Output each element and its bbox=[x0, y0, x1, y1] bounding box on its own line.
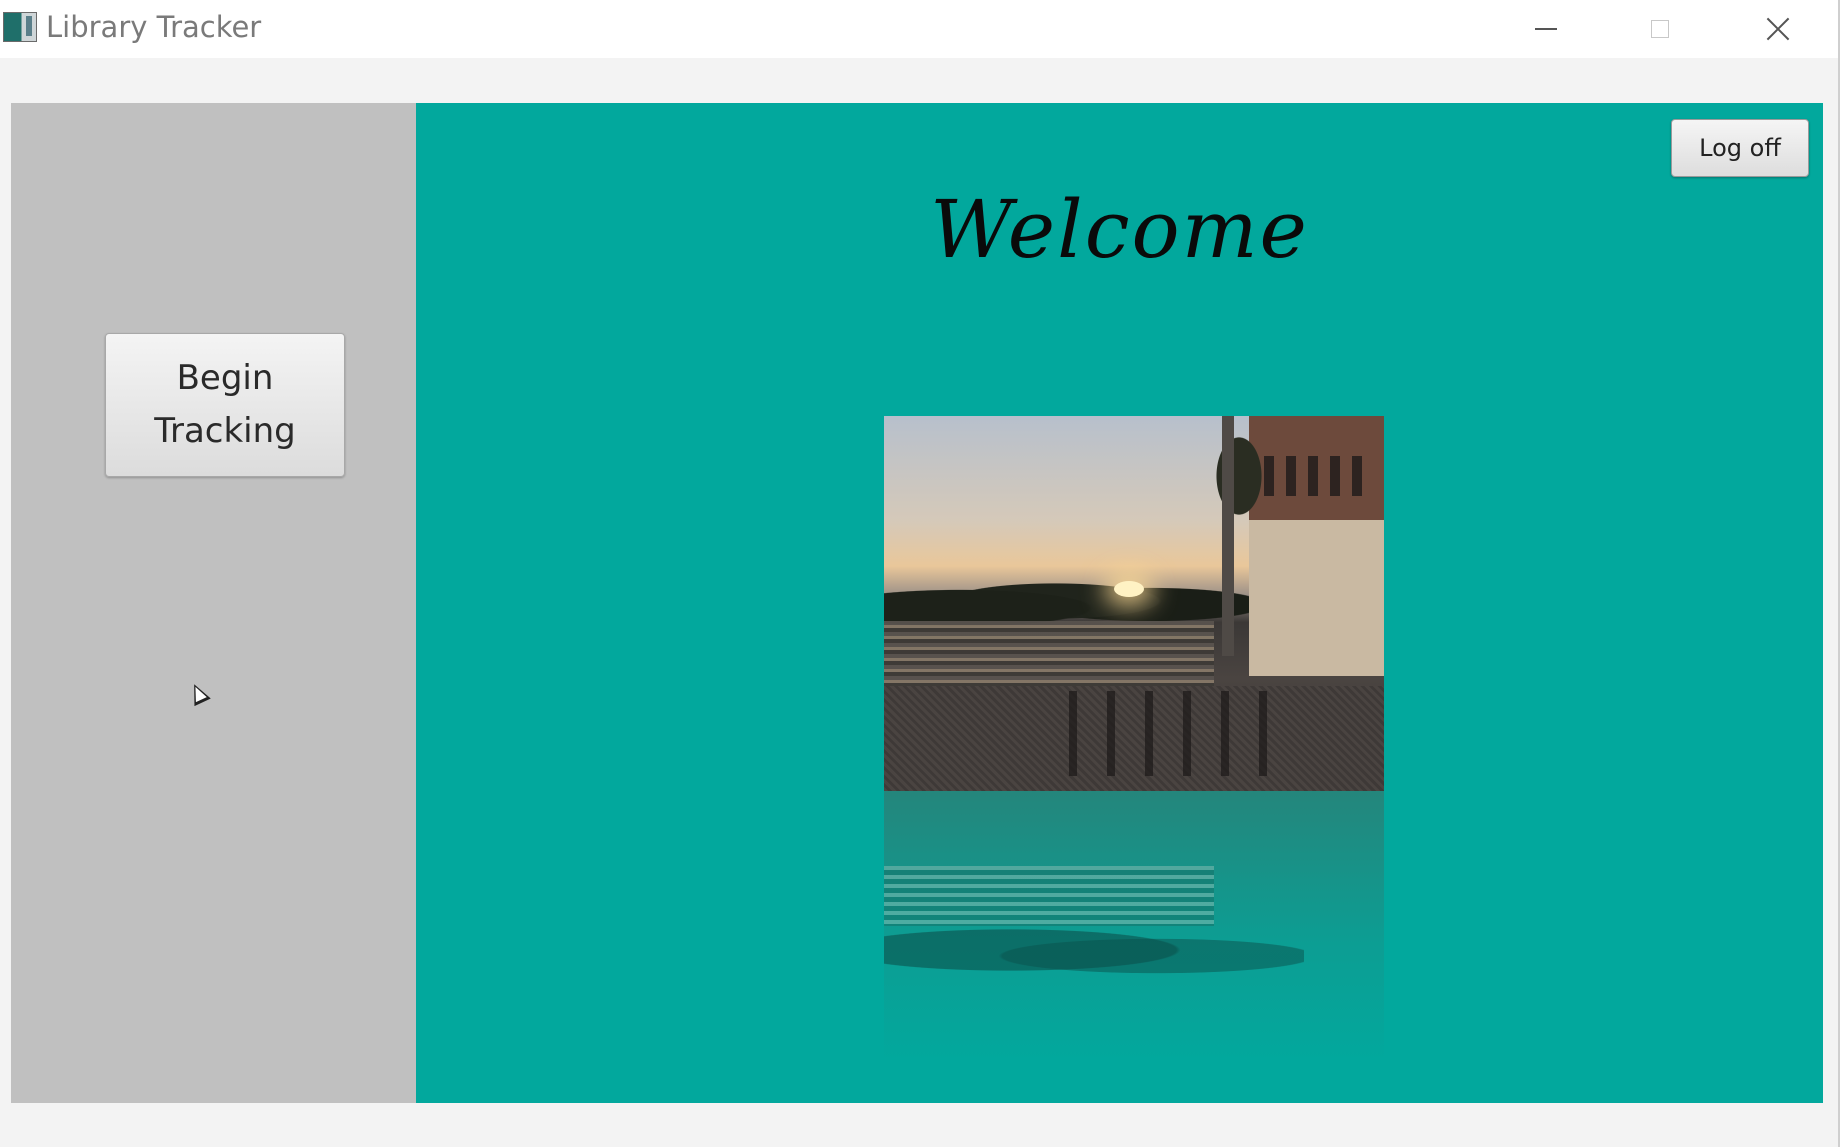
maximize-button[interactable] bbox=[1604, 0, 1716, 58]
app-window: Library Tracker Begin Tracking Log off W… bbox=[0, 0, 1840, 1147]
library-photo bbox=[884, 416, 1384, 791]
photo-palm-trunk bbox=[1222, 416, 1234, 656]
begin-tracking-label: Begin Tracking bbox=[154, 358, 296, 451]
log-off-button[interactable]: Log off bbox=[1671, 119, 1809, 177]
maximize-icon bbox=[1651, 20, 1669, 38]
photo-water bbox=[884, 621, 1214, 691]
sidebar: Begin Tracking bbox=[11, 103, 416, 1103]
photo-reflection bbox=[884, 791, 1384, 1061]
photo-chairs bbox=[1069, 691, 1269, 776]
photo-sun bbox=[1114, 581, 1144, 597]
welcome-heading: Welcome bbox=[930, 183, 1309, 276]
title-bar: Library Tracker bbox=[0, 0, 1838, 58]
window-title: Library Tracker bbox=[46, 10, 262, 44]
close-button[interactable] bbox=[1722, 0, 1834, 58]
main-panel: Log off Welcome bbox=[416, 103, 1823, 1103]
reflection-trees bbox=[884, 926, 1304, 986]
app-icon bbox=[3, 12, 37, 42]
begin-tracking-button[interactable]: Begin Tracking bbox=[105, 333, 345, 477]
mouse-pointer-icon bbox=[186, 680, 211, 707]
close-icon bbox=[1766, 17, 1790, 41]
minimize-button[interactable] bbox=[1490, 0, 1602, 58]
minimize-icon bbox=[1535, 28, 1557, 30]
photo-palm-top bbox=[1204, 416, 1274, 536]
reflection-water bbox=[884, 866, 1214, 926]
bottom-margin bbox=[0, 1103, 1838, 1147]
